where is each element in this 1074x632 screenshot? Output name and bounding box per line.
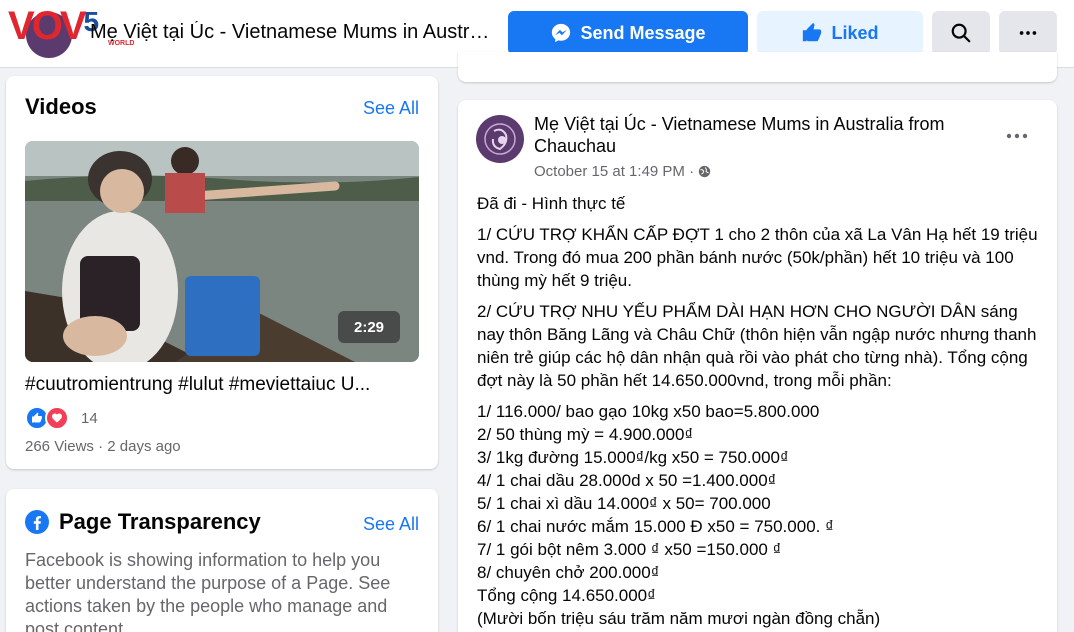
more-icon xyxy=(1006,133,1028,139)
post-list-item: 8/ chuyên chở 200.000₫ xyxy=(477,563,660,582)
video-title-link[interactable]: #cuutromientrung #lulut #meviettaiuc U..… xyxy=(25,374,425,396)
send-message-label: Send Message xyxy=(580,22,706,43)
post-author-avatar[interactable] xyxy=(476,115,524,163)
video-thumbnail[interactable]: 2:29 xyxy=(25,141,419,362)
post-list-item: 4/ 1 chai dầu 28.000d x 50 =1.400.000₫ xyxy=(477,471,777,490)
post-timestamp[interactable]: October 15 at 1:49 PM · xyxy=(534,163,711,180)
videos-card: Videos See All 2:29 #cuutromientrung #lu… xyxy=(6,76,438,469)
globe-icon xyxy=(698,165,711,178)
page-transparency-title: Page Transparency xyxy=(59,509,261,534)
previous-post-card-edge xyxy=(458,52,1057,82)
post-list-item: 3/ 1kg đường 15.000₫/kg x50 = 750.000₫ xyxy=(477,448,789,467)
video-reactions[interactable]: 14 xyxy=(25,406,98,430)
post-card: Mẹ Việt tại Úc - Vietnamese Mums in Aust… xyxy=(458,100,1057,632)
search-button[interactable] xyxy=(932,11,990,55)
post-list-item: 1/ 116.000/ bao gạo 10kg x50 bao=5.800.0… xyxy=(477,402,820,421)
facebook-icon xyxy=(25,510,49,534)
post-list-item: 5/ 1 chai xì dầu 14.000₫ x 50= 700.000 xyxy=(477,494,771,513)
post-list-item: 7/ 1 gói bột nêm 3.000 ₫ x50 =150.000 ₫ xyxy=(477,540,782,559)
post-body: Đã đi - Hình thực tế 1/ CỨU TRỢ KHẨN CẤP… xyxy=(477,192,1047,630)
page-title: Mẹ Việt tại Úc - Vietnamese Mums in Aust… xyxy=(90,21,490,43)
videos-see-all-link[interactable]: See All xyxy=(363,98,419,119)
videos-title: Videos xyxy=(25,94,97,119)
more-icon xyxy=(1019,31,1037,35)
mother-child-logo-icon xyxy=(484,123,516,155)
liked-label: Liked xyxy=(831,22,879,43)
love-reaction-icon xyxy=(45,406,69,430)
post-list-item: 2/ 50 thùng mỳ = 4.900.000₫ xyxy=(477,425,694,444)
reaction-count: 14 xyxy=(81,409,98,427)
post-time-text: October 15 at 1:49 PM · xyxy=(534,163,695,180)
search-icon xyxy=(951,23,971,43)
send-message-button[interactable]: Send Message xyxy=(508,11,748,55)
transparency-see-all-link[interactable]: See All xyxy=(363,514,419,535)
more-options-button[interactable] xyxy=(999,11,1057,55)
page-transparency-card: Page Transparency See All Facebook is sh… xyxy=(6,489,438,632)
thumbs-up-icon xyxy=(803,22,822,42)
post-list-item: Tổng cộng 14.650.000₫ xyxy=(477,586,656,605)
video-meta: 266 Views · 2 days ago xyxy=(25,438,181,455)
vov-logo: VOV5 xyxy=(8,4,99,48)
transparency-description: Facebook is showing information to help … xyxy=(25,550,391,632)
post-author-name[interactable]: Mẹ Việt tại Úc - Vietnamese Mums in Aust… xyxy=(534,113,994,157)
post-item-list: 1/ 116.000/ bao gạo 10kg x50 bao=5.800.0… xyxy=(477,400,1047,630)
post-options-button[interactable] xyxy=(1005,128,1029,144)
post-paragraph: Đã đi - Hình thực tế xyxy=(477,194,626,213)
video-duration: 2:29 xyxy=(338,311,400,343)
liked-button[interactable]: Liked xyxy=(757,11,923,55)
post-paragraph: 2/ CỨU TRỢ NHU YẾU PHẨM DÀI HẠN HƠN CHO … xyxy=(477,302,1037,390)
post-list-item: 6/ 1 chai nước mắm 15.000 Đ x50 = 750.00… xyxy=(477,517,834,536)
messenger-icon xyxy=(552,23,571,43)
post-list-item: (Mười bốn triệu sáu trăm năm mươi ngàn đ… xyxy=(477,609,881,628)
post-paragraph: 1/ CỨU TRỢ KHẨN CẤP ĐỢT 1 cho 2 thôn của… xyxy=(477,225,1038,290)
